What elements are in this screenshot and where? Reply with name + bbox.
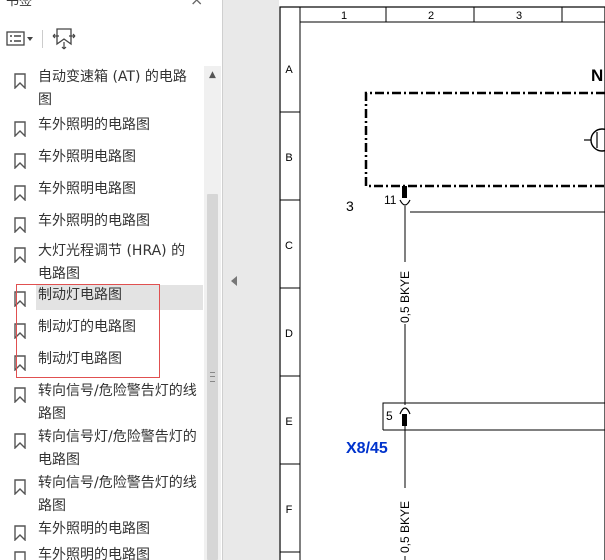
- close-icon[interactable]: ×: [190, 0, 203, 9]
- col-label: 3: [516, 10, 522, 22]
- bookmark-icon: [14, 217, 26, 233]
- document-page: 1 2 3 A B C D E F N 11 3 0,5 BKYE 5 X8/4…: [279, 0, 605, 560]
- bookmarks-toolbar: [0, 22, 222, 56]
- pin-number: 11: [384, 193, 397, 207]
- expand-bookmark-icon: [52, 28, 76, 50]
- row-label: C: [285, 240, 293, 252]
- bookmark-label: 车外照明的电路图: [38, 213, 150, 229]
- bookmark-label: 车外照明电路图: [38, 149, 136, 165]
- panel-title: 书签: [6, 0, 33, 9]
- pin-5-socket: [399, 407, 411, 415]
- ref-number: 3: [346, 198, 354, 214]
- pin-number: 5: [386, 409, 393, 423]
- row-label: E: [285, 416, 292, 428]
- bookmark-icon: [14, 185, 26, 201]
- highlight-box: [16, 284, 160, 378]
- bookmark-label: 大灯光程调节 (HRA) 的电路图: [38, 243, 186, 282]
- bookmark-label: 自动变速箱 (AT) 的电路图: [38, 69, 187, 108]
- component-symbol: [590, 128, 605, 152]
- col-label: 2: [428, 10, 434, 22]
- component-label: N: [591, 66, 603, 85]
- bookmark-icon: [14, 73, 26, 89]
- wire-label: 0,5 BKYE: [398, 271, 412, 323]
- bookmark-icon: [14, 121, 26, 137]
- row-label: F: [286, 504, 293, 516]
- col-label: 1: [341, 10, 347, 22]
- scroll-up-arrow-icon[interactable]: ▲: [204, 68, 221, 82]
- row-label: B: [285, 152, 292, 164]
- bookmark-icon: [14, 387, 26, 403]
- row-label: A: [285, 64, 293, 76]
- bookmarks-scrollbar[interactable]: ▲: [204, 66, 221, 560]
- wiring-diagram: 1 2 3 A B C D E F N 11 3 0,5 BKYE 5 X8/4…: [279, 6, 605, 560]
- wire-label: 0,5 BKYE: [398, 501, 412, 553]
- pin-5-terminal: [402, 414, 407, 426]
- connector-label: X8/45: [346, 440, 388, 457]
- frame-outer: [279, 6, 605, 560]
- bookmark-label: 转向信号/危险警告灯的线路图: [38, 475, 197, 514]
- bookmark-label: 车外照明的电路图: [38, 117, 150, 133]
- bookmark-label: 转向信号/危险警告灯的线路图: [38, 383, 197, 422]
- bookmark-icon: [14, 433, 26, 449]
- pin-11-terminal: [402, 186, 407, 198]
- bookmark-icon: [14, 479, 26, 495]
- panel-header: 书签 ×: [0, 0, 222, 10]
- pin-11-socket: [399, 199, 411, 206]
- connector-housing: [382, 402, 605, 415]
- bookmark-label: 转向信号灯/危险警告灯的电路图: [38, 429, 197, 468]
- bookmarks-panel: 书签 × 自动变速箱 (AT) 的电路图车外照明的电路图车外照明电路图车外照明电…: [0, 0, 222, 560]
- collapse-panel-icon[interactable]: [231, 276, 237, 286]
- bookmark-label: 车外照明的电路图: [38, 521, 150, 537]
- expand-bookmark-button[interactable]: [50, 26, 78, 52]
- bookmark-icon: [14, 551, 26, 560]
- scroll-grip-icon: [210, 372, 215, 382]
- toolbar-separator: [42, 30, 43, 48]
- bookmark-options-icon: [6, 31, 33, 46]
- bookmark-icon: [14, 153, 26, 169]
- scroll-thumb[interactable]: [207, 194, 218, 560]
- row-label: D: [285, 328, 293, 340]
- component-boundary: [364, 91, 605, 188]
- bookmark-icon: [14, 525, 26, 541]
- bookmark-options-button[interactable]: [3, 26, 37, 52]
- bookmark-icon: [14, 247, 26, 263]
- bookmark-label: 车外照明电路图: [38, 181, 136, 197]
- bookmark-label: 车外照明的电路图: [38, 547, 150, 560]
